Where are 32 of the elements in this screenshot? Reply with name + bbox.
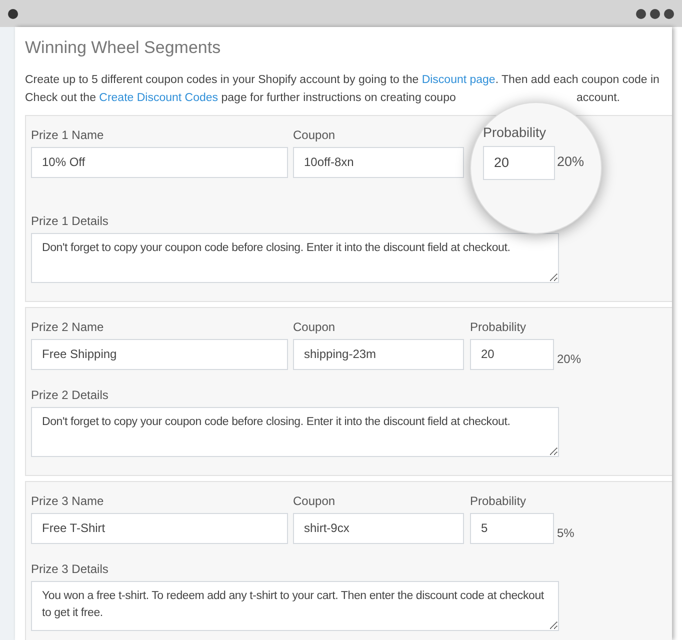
field-label: Prize 2 Name [31,318,105,334]
field-label: Coupon [293,126,336,142]
coupon-field[interactable]: 10off-8xn [293,146,464,178]
field-label: Coupon [293,492,336,508]
field-label: Prize 3 Name [31,492,105,508]
field-label: Prize 1 Name [31,126,105,142]
percent-text: 5% [557,524,574,542]
intro-text: Create up to 5 different coupon codes in your Shopify account by going to the Discount page. Then add each coupon code in [25,72,660,88]
probability-field[interactable]: 20 [483,146,555,180]
field-label: Probability [470,492,528,508]
field-label: Prize 3 Details [31,560,110,576]
prize-name-field[interactable]: Free Shipping [31,338,288,370]
prize-name-field[interactable]: Free T-Shirt [31,512,288,544]
field-label: Probability [470,318,528,334]
intro-text: Check out the Create Discount Codes page for further instructions on creating coupo [25,90,456,106]
probability-field[interactable]: 5 [470,512,554,544]
field-label: Prize 1 Details [31,212,110,228]
page-title: Winning Wheel Segments [25,37,222,59]
intro-text: account. [576,90,620,106]
percent-text: 20% [557,153,584,172]
field-label: Prize 2 Details [31,386,110,402]
field-label: Probability [483,124,548,140]
field-label: Coupon [293,318,336,334]
percent-text: 20% [557,350,582,368]
probability-field[interactable]: 20 [470,338,554,370]
coupon-field[interactable]: shirt-9cx [293,512,464,544]
prize-details-field[interactable]: You won a free t-shirt. To redeem add any t-shirt to your cart. Then enter the discount code at checkout to get it free. [31,580,559,630]
prize-details-field[interactable]: Don't forget to copy your coupon code before closing. Enter it into the discount field at checkout. [31,232,559,282]
prize-name-field[interactable]: 10% Off [31,146,288,178]
window-controls-icon[interactable] [636,8,674,18]
prize-details-field[interactable]: Don't forget to copy your coupon code before closing. Enter it into the discount field at checkout. [31,406,559,456]
coupon-field[interactable]: shipping-23m [293,338,464,370]
